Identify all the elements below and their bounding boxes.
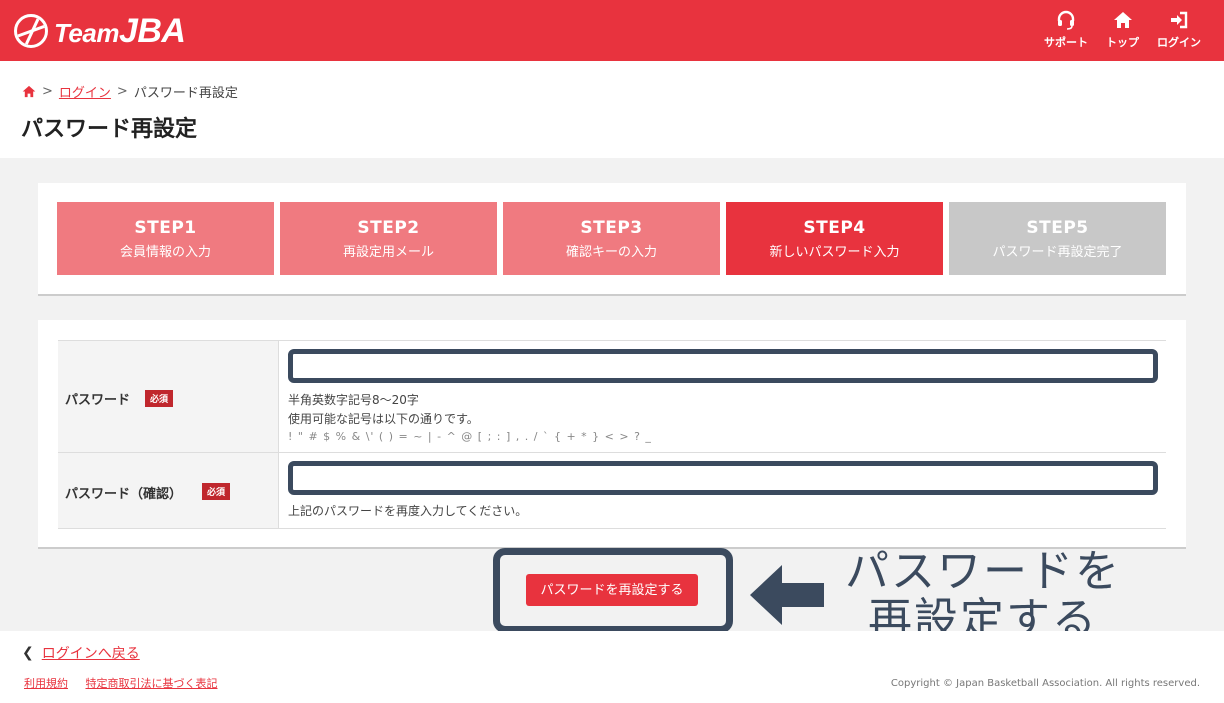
copyright: Copyright © Japan Basketball Association… bbox=[890, 678, 1200, 689]
breadcrumb-current: パスワード再設定 bbox=[133, 86, 238, 101]
step-indicator: STEP1 会員情報の入力 STEP2 再設定用メール STEP3 確認キーの入… bbox=[38, 183, 1186, 296]
password-input[interactable] bbox=[288, 349, 1158, 383]
breadcrumb: > ログイン > パスワード再設定 bbox=[22, 82, 238, 101]
step-title: STEP4 bbox=[803, 218, 866, 238]
breadcrumb-separator: > bbox=[116, 84, 128, 99]
step-title: STEP2 bbox=[357, 218, 420, 238]
step-title: STEP3 bbox=[580, 218, 643, 238]
page-title: パスワード再設定 bbox=[21, 117, 198, 142]
step-1: STEP1 会員情報の入力 bbox=[57, 202, 274, 275]
password-label-cell: パスワード 必須 bbox=[58, 341, 279, 452]
required-badge: 必須 bbox=[202, 483, 231, 500]
logo-text: TeamJBA bbox=[54, 12, 186, 51]
password-confirm-label: パスワード（確認） bbox=[65, 487, 183, 502]
step-subtitle: 再設定用メール bbox=[342, 245, 434, 260]
step-5: STEP5 パスワード再設定完了 bbox=[949, 202, 1166, 275]
annotation-line-1: パスワードを bbox=[845, 546, 1121, 597]
step-4: STEP4 新しいパスワード入力 bbox=[726, 202, 943, 275]
password-confirm-input[interactable] bbox=[288, 461, 1158, 495]
back-to-login: ❮ ログインへ戻る bbox=[22, 643, 140, 663]
breadcrumb-login-link[interactable]: ログイン bbox=[59, 82, 111, 101]
home-icon[interactable] bbox=[22, 85, 36, 98]
step-title: STEP1 bbox=[134, 218, 197, 238]
nav-top-label: トップ bbox=[1106, 36, 1139, 49]
reset-password-button[interactable]: パスワードを再設定する bbox=[526, 574, 698, 606]
password-confirm-note: 上記のパスワードを再度入力してください。 bbox=[288, 504, 528, 518]
nav-login-button[interactable]: ログイン bbox=[1157, 10, 1201, 52]
site-header: TeamJBA サポート トップ ログイン bbox=[0, 0, 1224, 61]
password-allowed-symbols: ! " # $ % & \' ( ) = ~ | - ^ @ [ ; : ] ,… bbox=[288, 430, 652, 443]
password-symbol-note: 使用可能な記号は以下の通りです。 bbox=[288, 412, 479, 426]
commerce-law-link[interactable]: 特定商取引法に基づく表記 bbox=[86, 677, 218, 690]
basketball-icon bbox=[14, 14, 48, 48]
logo-text-jba: JBA bbox=[118, 11, 186, 50]
password-form: パスワード 必須 半角英数字記号8〜20字 使用可能な記号は以下の通りです。 !… bbox=[38, 320, 1186, 549]
password-row: パスワード 必須 半角英数字記号8〜20字 使用可能な記号は以下の通りです。 !… bbox=[58, 340, 1166, 453]
step-2: STEP2 再設定用メール bbox=[280, 202, 497, 275]
site-footer: ❮ ログインへ戻る 利用規約 特定商取引法に基づく表記 Copyright © … bbox=[0, 631, 1224, 703]
password-label: パスワード bbox=[65, 393, 131, 408]
team-jba-logo[interactable]: TeamJBA bbox=[14, 12, 186, 50]
page-title-area: > ログイン > パスワード再設定 パスワード再設定 bbox=[0, 61, 1224, 158]
back-to-login-link[interactable]: ログインへ戻る bbox=[42, 643, 140, 663]
step-subtitle: 新しいパスワード入力 bbox=[769, 245, 900, 260]
nav-top-button[interactable]: トップ bbox=[1106, 10, 1139, 52]
annotation-callout: パスワードを 再設定する bbox=[838, 548, 1128, 644]
login-icon bbox=[1171, 11, 1188, 29]
password-rule-note: 半角英数字記号8〜20字 bbox=[288, 393, 419, 407]
home-icon bbox=[1113, 12, 1132, 28]
chevron-left-icon: ❮ bbox=[22, 645, 34, 661]
step-3: STEP3 確認キーの入力 bbox=[503, 202, 720, 275]
required-badge: 必須 bbox=[145, 390, 174, 407]
step-subtitle: 確認キーの入力 bbox=[565, 245, 657, 260]
step-subtitle: 会員情報の入力 bbox=[119, 245, 211, 260]
step-title: STEP5 bbox=[1026, 218, 1089, 238]
step-subtitle: パスワード再設定完了 bbox=[992, 245, 1123, 260]
password-confirm-row: パスワード（確認） 必須 上記のパスワードを再度入力してください。 bbox=[58, 453, 1166, 529]
terms-link[interactable]: 利用規約 bbox=[24, 677, 68, 690]
logo-text-team: Team bbox=[54, 17, 119, 48]
nav-support-button[interactable]: サポート bbox=[1044, 10, 1088, 52]
nav-support-label: サポート bbox=[1044, 36, 1088, 49]
breadcrumb-separator: > bbox=[42, 84, 53, 99]
headset-icon bbox=[1057, 10, 1075, 30]
nav-login-label: ログイン bbox=[1157, 36, 1201, 49]
footer-links: 利用規約 特定商取引法に基づく表記 bbox=[24, 675, 232, 691]
password-confirm-label-cell: パスワード（確認） 必須 bbox=[58, 453, 279, 528]
arrow-left-icon bbox=[750, 565, 824, 625]
